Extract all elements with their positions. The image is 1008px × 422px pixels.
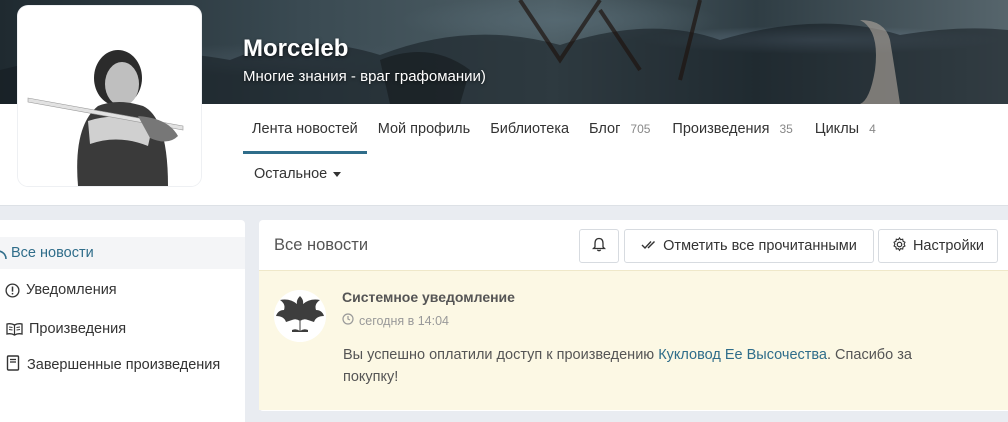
notification-time: сегодня в 14:04	[342, 313, 449, 328]
sidebar-item-completed-works[interactable]: Завершенные произведения	[0, 354, 245, 402]
sidebar-item-label: Все новости	[11, 245, 94, 261]
tab-library[interactable]: Библиотека	[481, 104, 578, 154]
sidebar-item-label: Произведения	[29, 321, 127, 337]
news-panel: Все новости Отметить все прочитанными На…	[259, 220, 1008, 411]
sidebar-item-all-news[interactable]: Все новости	[0, 237, 245, 269]
sidebar-item-works[interactable]: Произведения	[0, 315, 245, 343]
tab-blog[interactable]: Блог 705	[580, 104, 659, 154]
sidebar-item-label: Уведомления	[26, 282, 117, 298]
rss-icon	[0, 245, 10, 261]
notification-time-label: сегодня в 14:04	[359, 313, 449, 328]
tab-count: 35	[779, 122, 793, 136]
profile-tagline: Многие знания - враг графомании)	[243, 68, 486, 85]
tab-label: Мой профиль	[377, 121, 471, 137]
sidebar-item-notifications[interactable]: Уведомления	[0, 276, 245, 304]
sidebar-item-label: Завершенные произведения	[27, 357, 221, 373]
gear-icon	[892, 236, 907, 256]
settings-label: Настройки	[912, 238, 985, 254]
profile-avatar[interactable]	[18, 6, 201, 186]
profile-tabs: Лента новостей Мой профиль Библиотека Бл…	[243, 104, 885, 154]
notification-title: Системное уведомление	[342, 289, 515, 305]
tab-label: Циклы	[814, 121, 860, 137]
sidebar: Все новости Уведомления Произведения Зав…	[0, 220, 245, 422]
bell-icon	[591, 237, 607, 256]
system-avatar	[274, 290, 326, 342]
avatar-image	[18, 6, 201, 186]
double-check-icon	[641, 238, 657, 254]
profile-name: Morceleb	[243, 35, 349, 62]
tab-label: Блог	[589, 121, 621, 137]
tab-cycles[interactable]: Циклы 4	[806, 104, 885, 154]
settings-button[interactable]: Настройки	[878, 229, 998, 263]
book-open-icon	[5, 321, 23, 337]
subscribe-bell-button[interactable]	[579, 229, 619, 263]
mark-all-read-button[interactable]: Отметить все прочитанными	[624, 229, 874, 263]
work-link[interactable]: Кукловод Ее Высочества	[658, 347, 827, 363]
tab-label: Библиотека	[490, 121, 570, 137]
book-icon	[5, 355, 21, 371]
clock-icon	[342, 313, 354, 328]
notification-text: Вы успешно оплатили доступ к произведени…	[343, 344, 963, 388]
more-menu-label: Остальное	[254, 166, 328, 182]
tab-works[interactable]: Произведения 35	[663, 104, 801, 154]
tab-label: Лента новостей	[252, 121, 358, 137]
tab-count: 4	[869, 122, 876, 136]
mark-all-read-label: Отметить все прочитанными	[663, 238, 857, 254]
tab-my-profile[interactable]: Мой профиль	[369, 104, 479, 154]
notification-text-before: Вы успешно оплатили доступ к произведени…	[343, 347, 659, 363]
more-menu[interactable]: Остальное	[254, 166, 342, 182]
exclamation-circle-icon	[4, 282, 20, 298]
caret-down-icon	[333, 171, 342, 177]
tab-label: Произведения	[672, 121, 770, 137]
notification-item: Системное уведомление сегодня в 14:04 Вы…	[259, 270, 1008, 410]
tab-count: 705	[630, 122, 651, 136]
tab-news-feed[interactable]: Лента новостей	[243, 104, 367, 154]
page-title: Все новости	[274, 236, 369, 254]
